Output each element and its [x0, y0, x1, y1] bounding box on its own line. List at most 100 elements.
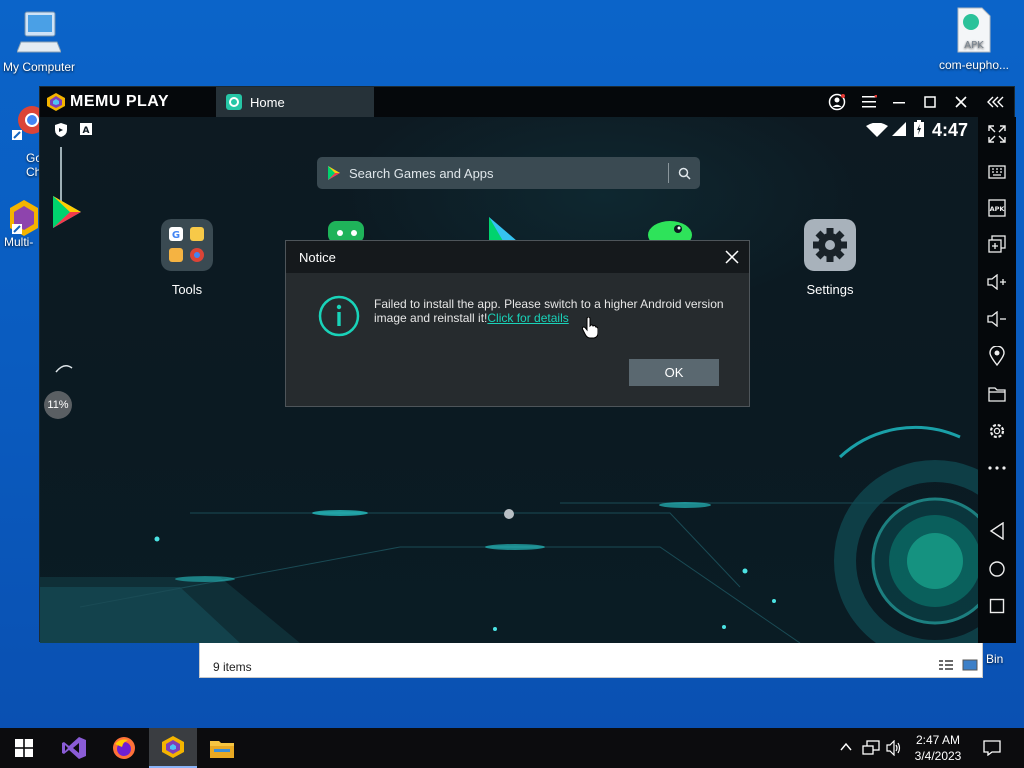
memu-side-toolbar: APK [978, 117, 1016, 643]
app-tools[interactable]: G Tools [142, 219, 232, 297]
back-button[interactable] [986, 520, 1008, 542]
memu-titlebar[interactable]: MEMU PLAY Home [40, 87, 1014, 117]
search-games-bar[interactable]: Search Games and Apps [317, 157, 700, 189]
volume-icon[interactable] [886, 740, 902, 756]
double-chevron-left-icon [987, 96, 1004, 108]
notice-title: Notice [299, 250, 336, 265]
windows-taskbar: 2:47 AM 3/4/2023 [0, 728, 1024, 768]
home-tab-icon [226, 94, 242, 110]
search-separator [668, 163, 669, 183]
large-icons-view-icon[interactable] [962, 659, 978, 671]
home-button[interactable] [986, 558, 1008, 580]
location-button[interactable] [986, 345, 1008, 367]
battery-charging-icon [914, 120, 924, 137]
memu-logo: MEMU PLAY [46, 92, 169, 112]
keyboard-a-icon: A [80, 123, 92, 135]
play-store-app-icon[interactable] [487, 217, 517, 241]
multi-instance-button[interactable] [986, 233, 1008, 255]
play-store-icon [328, 166, 340, 180]
memu-icon [162, 736, 184, 758]
home-circle-icon [989, 561, 1005, 577]
file-explorer-window[interactable]: 9 items [199, 642, 983, 678]
more-button[interactable] [986, 457, 1008, 479]
maximize-icon [924, 96, 936, 108]
computer-icon [17, 11, 61, 53]
volume-up-button[interactable] [986, 271, 1008, 293]
file-explorer-taskbar-button[interactable] [198, 728, 246, 768]
green-game-app-icon[interactable] [646, 221, 692, 241]
gear-icon [989, 423, 1005, 439]
more-dots-icon [988, 466, 1006, 470]
svg-text:G: G [172, 230, 180, 241]
close-icon [955, 96, 967, 108]
apk-file-icon[interactable]: APK com-eupho... [936, 6, 1012, 72]
click-for-details-link[interactable]: Click for details [487, 311, 568, 325]
settings-gear-icon [804, 219, 856, 271]
notice-header: Notice [286, 241, 749, 273]
apk-document-icon: APK [957, 7, 991, 53]
apk-icon: APK [988, 199, 1006, 217]
memu-taskbar-button[interactable] [149, 728, 197, 768]
progress-arc-icon [55, 365, 73, 373]
close-window-button[interactable] [950, 92, 972, 112]
close-icon[interactable] [723, 248, 741, 266]
search-placeholder: Search Games and Apps [349, 165, 494, 181]
settings-button[interactable] [986, 420, 1008, 442]
shared-folder-button[interactable] [986, 383, 1008, 405]
my-computer-icon[interactable]: My Computer [1, 8, 77, 74]
chevron-up-icon[interactable] [840, 742, 852, 752]
app-tools-label: Tools [171, 282, 203, 297]
game-center-icon[interactable] [328, 221, 368, 241]
boost-progress-badge[interactable]: 11% [44, 391, 72, 419]
volume-down-button[interactable] [986, 308, 1008, 330]
details-view-icon[interactable] [938, 659, 954, 671]
recycle-bin-label[interactable]: Bin [986, 652, 1003, 666]
taskbar-clock[interactable]: 2:47 AM 3/4/2023 [906, 732, 970, 764]
page-indicator-dot [504, 509, 514, 519]
fullscreen-icon [988, 125, 1006, 143]
firefox-icon [113, 737, 135, 759]
minimize-icon [893, 102, 905, 104]
file-explorer-icon [210, 741, 234, 758]
keyboard-mapping-button[interactable] [986, 161, 1008, 183]
firefox-taskbar-button[interactable] [100, 728, 148, 768]
google-play-drawer-icon[interactable] [50, 195, 84, 229]
app-settings[interactable]: Settings [785, 219, 875, 297]
app-settings-label: Settings [806, 282, 854, 297]
hand-cursor-icon [582, 317, 598, 339]
collapse-sidebar-button[interactable] [985, 92, 1007, 112]
location-pin-icon [989, 346, 1005, 366]
my-computer-label: My Computer [2, 60, 76, 74]
search-icon[interactable] [678, 167, 691, 180]
multi-memu-shortcut-icon[interactable]: Multi- [4, 198, 44, 249]
multi-memu-label: Multi- [4, 235, 34, 249]
notice-message: Failed to install the app. Please switch… [374, 297, 734, 325]
folder-icon [988, 387, 1006, 402]
account-button[interactable] [826, 92, 848, 112]
fullscreen-button[interactable] [986, 123, 1008, 145]
boost-progress-label: 11% [47, 399, 69, 411]
hamburger-menu-icon [862, 95, 877, 108]
visual-studio-taskbar-button[interactable] [50, 728, 98, 768]
taskbar-time: 2:47 AM [915, 733, 961, 747]
minimize-button[interactable] [888, 92, 910, 112]
recent-apps-button[interactable] [986, 595, 1008, 617]
notification-center-icon[interactable] [983, 740, 1001, 756]
user-icon [828, 93, 846, 111]
explorer-status-text: 9 items [213, 660, 252, 674]
windows-logo-icon [15, 739, 33, 757]
svg-text:A: A [83, 126, 90, 135]
svg-text:APK: APK [990, 205, 1006, 213]
menu-button[interactable] [858, 92, 880, 112]
ok-button[interactable]: OK [629, 359, 719, 386]
chrome-icon [12, 106, 46, 140]
start-button[interactable] [0, 728, 48, 768]
tab-home[interactable]: Home [216, 87, 374, 117]
tab-home-label: Home [250, 94, 285, 110]
maximize-button[interactable] [919, 92, 941, 112]
signal-icon [892, 122, 906, 136]
install-apk-button[interactable]: APK [986, 197, 1008, 219]
network-icon[interactable] [862, 740, 880, 756]
taskbar-date: 3/4/2023 [914, 749, 962, 763]
keyboard-icon [988, 165, 1006, 179]
